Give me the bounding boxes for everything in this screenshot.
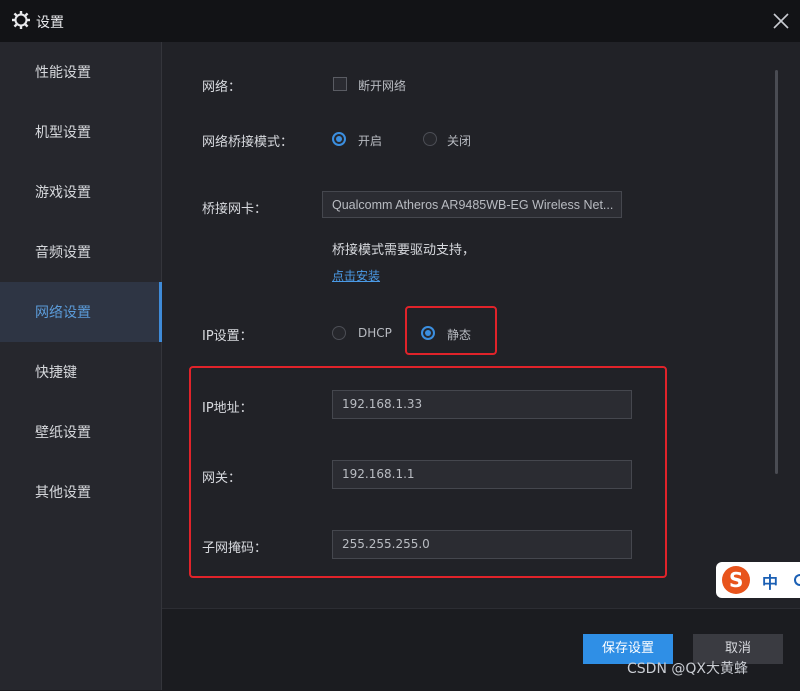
csdn-watermark: CSDN @QX大黄蜂: [627, 661, 748, 677]
bridge-on-radio[interactable]: [332, 132, 346, 146]
sidebar-item-label: 游戏设置: [35, 185, 91, 201]
ime-toolbar[interactable]: S 中: [716, 562, 800, 598]
bridge-off-radio[interactable]: [423, 132, 437, 146]
sidebar-item-audio[interactable]: 音频设置: [0, 222, 161, 282]
subnet-mask-input[interactable]: 255.255.255.0: [332, 530, 632, 559]
static-radio[interactable]: [421, 326, 435, 340]
ip-setting-label: IP设置：: [202, 329, 253, 344]
ip-address-label: IP地址：: [202, 401, 253, 416]
disconnect-network-label: 断开网络: [358, 79, 407, 93]
bridge-on-label: 开启: [358, 134, 383, 148]
sidebar-item-label: 音频设置: [35, 245, 91, 261]
static-label: 静态: [447, 328, 472, 342]
dhcp-label: DHCP: [358, 326, 392, 340]
close-icon[interactable]: [766, 6, 796, 36]
ip-address-input[interactable]: 192.168.1.33: [332, 390, 632, 419]
sogou-logo-icon: S: [722, 566, 750, 594]
sidebar-item-label: 其他设置: [35, 485, 91, 501]
sidebar-item-device-model[interactable]: 机型设置: [0, 102, 161, 162]
sidebar-item-label: 壁纸设置: [35, 425, 91, 441]
ime-mode-indicator: 中: [762, 573, 779, 592]
sidebar-item-other[interactable]: 其他设置: [0, 462, 161, 522]
title-bar: 设置: [0, 0, 800, 42]
panel-scrollbar[interactable]: [775, 70, 778, 474]
install-driver-link[interactable]: 点击安装: [332, 267, 380, 284]
sidebar-item-label: 性能设置: [35, 65, 91, 81]
bridge-card-select[interactable]: Qualcomm Atheros AR9485WB-EG Wireless Ne…: [322, 191, 622, 218]
sidebar-item-label: 机型设置: [35, 125, 91, 141]
disconnect-network-checkbox[interactable]: [333, 77, 347, 91]
driver-note: 桥接模式需要驱动支持，: [332, 243, 476, 258]
settings-sidebar: 性能设置 机型设置 游戏设置 音频设置 网络设置 快捷键 壁纸设置 其他设置: [0, 42, 162, 690]
sidebar-item-shortcuts[interactable]: 快捷键: [0, 342, 161, 402]
sidebar-item-game[interactable]: 游戏设置: [0, 162, 161, 222]
sidebar-item-performance[interactable]: 性能设置: [0, 42, 161, 102]
bridge-card-label: 桥接网卡：: [202, 202, 268, 217]
gateway-label: 网关：: [202, 471, 242, 486]
sidebar-item-network[interactable]: 网络设置: [0, 282, 162, 342]
gateway-input[interactable]: 192.168.1.1: [332, 460, 632, 489]
bridge-off-label: 关闭: [447, 134, 472, 148]
sidebar-item-label: 快捷键: [35, 365, 77, 381]
subnet-mask-label: 子网掩码：: [202, 541, 268, 556]
sidebar-item-label: 网络设置: [35, 305, 91, 321]
dhcp-radio[interactable]: [332, 326, 346, 340]
bridge-mode-label: 网络桥接模式：: [202, 135, 294, 150]
ime-punctuation-icon: [794, 574, 800, 586]
gear-icon: [12, 11, 30, 29]
sidebar-item-wallpaper[interactable]: 壁纸设置: [0, 402, 161, 462]
window-title: 设置: [36, 15, 64, 31]
network-label: 网络：: [202, 80, 242, 95]
